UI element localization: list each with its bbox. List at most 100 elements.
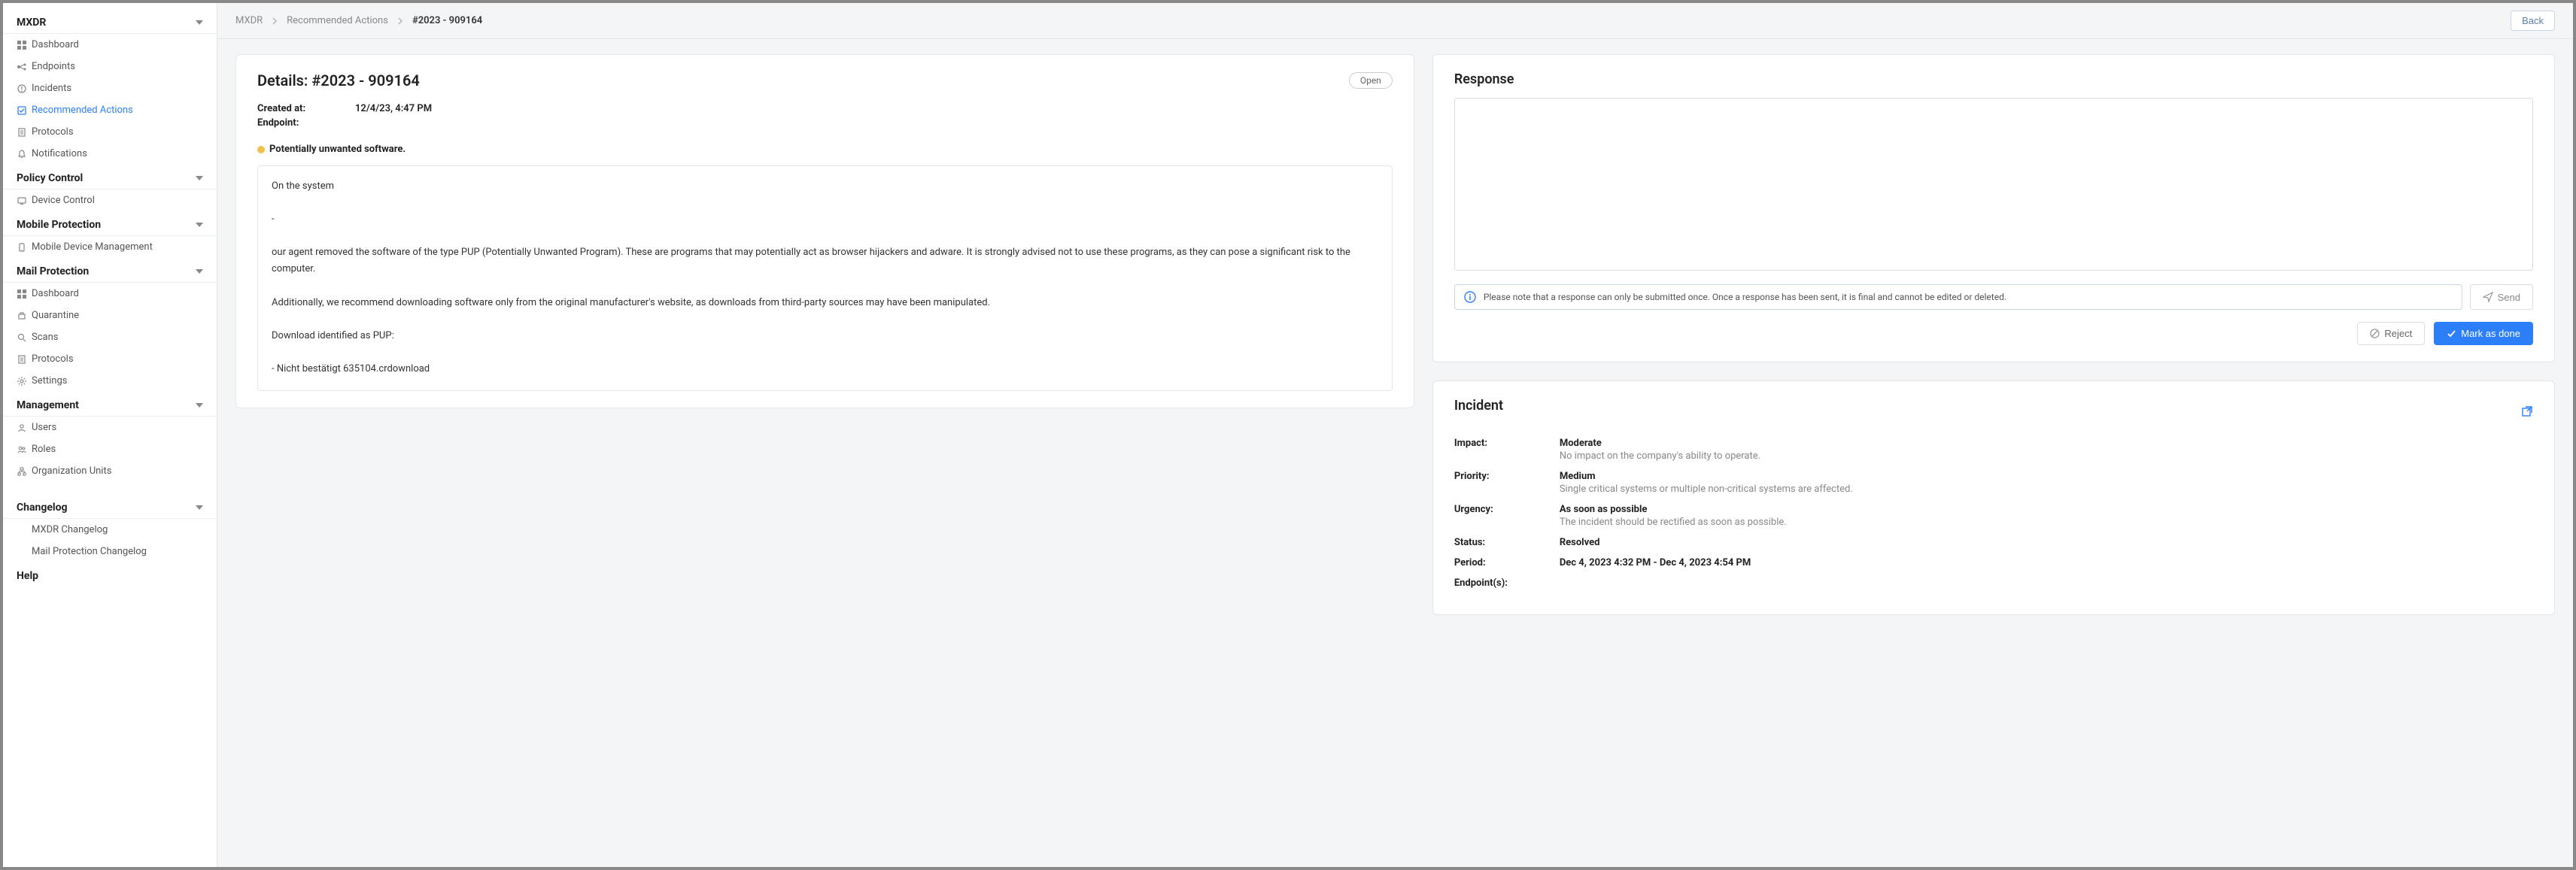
reject-icon (2370, 329, 2380, 338)
sidebar-section-label: Changelog (17, 502, 68, 514)
sidebar-item-label: Protocols (32, 353, 74, 365)
threat-severity-dot (257, 146, 265, 153)
sidebar-item-users[interactable]: Users (3, 417, 217, 438)
incident-period-value: Dec 4, 2023 4:32 PM - Dec 4, 2023 4:54 P… (1560, 557, 2533, 568)
chevron-down-icon (196, 20, 203, 25)
send-icon (2483, 292, 2493, 302)
details-body: On the system - our agent removed the so… (257, 165, 1393, 391)
incident-status-label: Status: (1454, 537, 1545, 548)
grid-icon (17, 289, 27, 299)
sidebar-section-changelog[interactable]: Changelog (3, 496, 217, 519)
breadcrumb-section[interactable]: Recommended Actions (287, 15, 388, 26)
scan-icon (17, 332, 27, 343)
sidebar: MXDR Dashboard Endpoints Incidents Recom… (3, 3, 217, 867)
chevron-right-icon (397, 17, 403, 26)
sidebar-item-endpoints[interactable]: Endpoints (3, 56, 217, 77)
endpoint-label: Endpoint: (257, 117, 325, 129)
sidebar-item-settings[interactable]: Settings (3, 370, 217, 392)
sidebar-item-label: Mail Protection Changelog (32, 546, 147, 557)
incident-impact-value: Moderate (1560, 438, 2533, 449)
sidebar-item-incidents[interactable]: Incidents (3, 77, 217, 99)
breadcrumb: MXDR Recommended Actions #2023 - 909164 (235, 15, 482, 26)
sidebar-section-label: Management (17, 399, 79, 411)
sidebar-item-label: MXDR Changelog (32, 524, 108, 535)
sidebar-item-label: Roles (32, 444, 56, 455)
sidebar-item-mail-changelog[interactable]: Mail Protection Changelog (3, 541, 217, 562)
incident-priority-value: Medium (1560, 471, 2533, 482)
chevron-down-icon (196, 223, 203, 227)
reject-button[interactable]: Reject (2357, 322, 2425, 345)
protocol-icon (17, 354, 27, 365)
sidebar-section-help[interactable]: Help (3, 564, 217, 587)
incident-urgency-sub: The incident should be rectified as soon… (1560, 517, 2533, 528)
sidebar-item-dashboard[interactable]: Dashboard (3, 34, 217, 56)
sidebar-section-mobile-protection[interactable]: Mobile Protection (3, 213, 217, 236)
info-icon (1464, 291, 1476, 303)
response-title: Response (1454, 71, 2533, 87)
breadcrumb-current: #2023 - 909164 (412, 15, 482, 26)
sidebar-section-policy-control[interactable]: Policy Control (3, 166, 217, 189)
chevron-right-icon (272, 17, 278, 26)
sidebar-item-label: Dashboard (32, 39, 79, 50)
check-icon (2447, 329, 2456, 338)
reject-button-label: Reject (2384, 328, 2412, 339)
sidebar-section-mail-protection[interactable]: Mail Protection (3, 259, 217, 283)
incident-urgency-label: Urgency: (1454, 504, 1545, 528)
chevron-down-icon (196, 505, 203, 510)
sidebar-section-label: Mobile Protection (17, 219, 101, 231)
sidebar-item-scans[interactable]: Scans (3, 326, 217, 348)
incident-impact-label: Impact: (1454, 438, 1545, 462)
sidebar-item-quarantine[interactable]: Quarantine (3, 305, 217, 326)
response-notice: Please note that a response can only be … (1454, 284, 2462, 310)
details-title: Details: #2023 - 909164 (257, 71, 420, 89)
sidebar-section-label: MXDR (17, 17, 46, 29)
sidebar-item-label: Scans (32, 332, 58, 343)
created-at-label: Created at: (257, 103, 325, 114)
response-card: Response Please note that a response can… (1432, 54, 2555, 362)
sidebar-item-mdm[interactable]: Mobile Device Management (3, 236, 217, 258)
sidebar-item-protocols[interactable]: Protocols (3, 121, 217, 143)
mark-done-button[interactable]: Mark as done (2434, 322, 2533, 345)
roles-icon (17, 444, 27, 455)
mobile-icon (17, 242, 27, 253)
org-icon (17, 466, 27, 477)
open-external-icon[interactable] (2521, 405, 2533, 417)
sidebar-item-mail-dashboard[interactable]: Dashboard (3, 283, 217, 305)
chevron-down-icon (196, 269, 203, 274)
sidebar-item-label: Notifications (32, 148, 87, 159)
back-button[interactable]: Back (2511, 11, 2555, 31)
response-notice-text: Please note that a response can only be … (1484, 292, 2006, 302)
sidebar-item-label: Endpoints (32, 61, 75, 72)
details-card: Details: #2023 - 909164 Open Created at:… (235, 54, 1414, 408)
incident-endpoints-label: Endpoint(s): (1454, 577, 1545, 589)
sidebar-section-mxdr[interactable]: MXDR (3, 11, 217, 34)
send-button[interactable]: Send (2470, 284, 2533, 310)
incident-urgency-value: As soon as possible (1560, 504, 2533, 515)
device-icon (17, 196, 27, 206)
breadcrumb-root[interactable]: MXDR (235, 15, 263, 26)
sidebar-item-recommended-actions[interactable]: Recommended Actions (3, 99, 217, 121)
sidebar-item-label: Device Control (32, 195, 95, 206)
protocol-icon (17, 127, 27, 138)
sidebar-item-mxdr-changelog[interactable]: MXDR Changelog (3, 519, 217, 541)
sidebar-item-label: Protocols (32, 126, 74, 138)
send-button-label: Send (2498, 292, 2520, 303)
sidebar-item-label: Users (32, 422, 56, 433)
sidebar-item-label: Settings (32, 375, 67, 386)
users-icon (17, 423, 27, 433)
incident-status-value: Resolved (1560, 537, 2533, 548)
sidebar-item-device-control[interactable]: Device Control (3, 189, 217, 211)
sidebar-item-org-units[interactable]: Organization Units (3, 460, 217, 482)
topbar: MXDR Recommended Actions #2023 - 909164 … (217, 3, 2573, 39)
sidebar-item-roles[interactable]: Roles (3, 438, 217, 460)
response-textarea[interactable] (1454, 98, 2533, 271)
sidebar-section-management[interactable]: Management (3, 393, 217, 417)
sidebar-item-notifications[interactable]: Notifications (3, 143, 217, 165)
incident-period-label: Period: (1454, 557, 1545, 568)
sidebar-item-label: Incidents (32, 83, 71, 94)
incident-priority-label: Priority: (1454, 471, 1545, 495)
sidebar-item-mail-protocols[interactable]: Protocols (3, 348, 217, 370)
quarantine-icon (17, 311, 27, 321)
status-pill[interactable]: Open (1349, 72, 1393, 89)
sidebar-item-label: Quarantine (32, 310, 79, 321)
